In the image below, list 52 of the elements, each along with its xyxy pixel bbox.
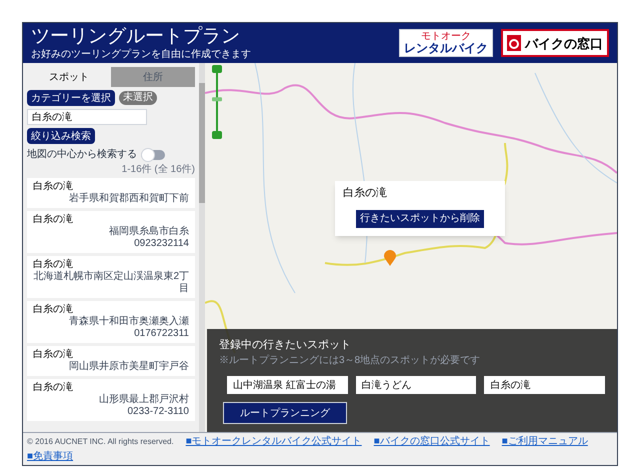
spot-field[interactable]: 山中湖温泉 紅富士の湯 xyxy=(227,376,348,394)
spot-name: 白糸の滝 xyxy=(33,181,74,192)
spot-phone: 0923232114 xyxy=(133,238,189,250)
footer-link[interactable]: ■バイクの窓口公式サイト xyxy=(374,434,490,449)
spot-name: 白糸の滝 xyxy=(33,259,74,270)
copyright-text: © 2016 AUCNET INC. All rights reserved. xyxy=(27,436,174,448)
spot-address: 青森県十和田市奥瀬奥入瀬 xyxy=(68,316,189,328)
filter-search-button[interactable]: 絞り込み検索 xyxy=(27,128,95,144)
window-logo[interactable]: バイクの窓口 xyxy=(501,29,609,57)
route-planning-button[interactable]: ルートプランニング xyxy=(223,402,347,424)
map-pin-icon[interactable] xyxy=(384,250,396,266)
result-card[interactable]: 白糸の滝 岩手県和賀郡西和賀町下前 xyxy=(27,178,195,208)
toggle-switch[interactable] xyxy=(141,150,165,160)
logo-text: バイクの窓口 xyxy=(525,36,603,50)
result-card[interactable]: 白糸の滝 北海道札幌市南区定山渓温泉東2丁目 xyxy=(27,256,195,298)
search-field[interactable]: 白糸の滝 xyxy=(27,109,147,125)
rental-logo[interactable]: モトオーク レンタルバイク xyxy=(399,29,493,57)
spot-address: 岩手県和賀郡西和賀町下前 xyxy=(68,193,189,205)
spot-phone: 0233-72-3110 xyxy=(126,406,189,418)
logo-text: レンタルバイク xyxy=(404,42,488,54)
page-subtitle: お好みのツーリングプランを自由に作成できます xyxy=(31,48,251,62)
spot-address: 福岡県糸島市白糸 xyxy=(108,226,189,238)
popup-title: 白糸の滝 xyxy=(343,186,388,201)
spot-field[interactable]: 白糸の滝 xyxy=(484,376,606,394)
result-card[interactable]: 白糸の滝 福岡県糸島市白糸 0923232114 xyxy=(27,211,195,253)
category-status-badge: 未選択 xyxy=(119,91,157,105)
category-button[interactable]: カテゴリーを選択 xyxy=(27,90,115,106)
zoom-thumb[interactable] xyxy=(212,97,222,102)
page-title: ツーリングルートプラン xyxy=(31,24,241,48)
footer-link[interactable]: ■免責事項 xyxy=(27,449,74,464)
footer-link[interactable]: ■ご利用マニュアル xyxy=(502,434,588,449)
spot-address: 北海道札幌市南区定山渓温泉東2丁目 xyxy=(33,271,189,295)
spot-name: 白糸の滝 xyxy=(33,349,74,361)
spot-address: 山形県最上郡戸沢村 xyxy=(98,394,189,406)
planner-note: ※ルートプランニングには3～8地点のスポットが必要です xyxy=(219,354,480,368)
result-card[interactable]: 白糸の滝 岡山県井原市美星町宇戸谷 xyxy=(27,346,195,376)
footer-link[interactable]: ■モトオークレンタルバイク公式サイト xyxy=(186,434,362,449)
logo-subtext: モトオーク xyxy=(421,32,471,42)
spot-phone: 0176722311 xyxy=(133,328,189,340)
scrollbar[interactable] xyxy=(199,63,205,432)
toggle-label: 地図の中心から検索する xyxy=(27,148,137,162)
result-card[interactable]: 白糸の滝 山形県最上郡戸沢村 0233-72-3110 xyxy=(27,379,195,421)
remove-spot-button[interactable]: 行きたいスポットから削除 xyxy=(356,210,484,228)
planner-title: 登録中の行きたいスポット xyxy=(219,338,351,352)
result-count: 1-16件 (全 16件) xyxy=(122,165,195,175)
spot-name: 白糸の滝 xyxy=(33,382,74,394)
spot-address: 岡山県井原市美星町宇戸谷 xyxy=(68,361,189,373)
zoom-slider[interactable] xyxy=(211,65,223,139)
result-card[interactable]: 白糸の滝 青森県十和田市奥瀬奥入瀬 0176722311 xyxy=(27,301,195,343)
spot-field[interactable]: 白滝うどん xyxy=(356,376,476,394)
spot-name: 白糸の滝 xyxy=(33,214,74,226)
spot-name: 白糸の滝 xyxy=(33,304,74,316)
